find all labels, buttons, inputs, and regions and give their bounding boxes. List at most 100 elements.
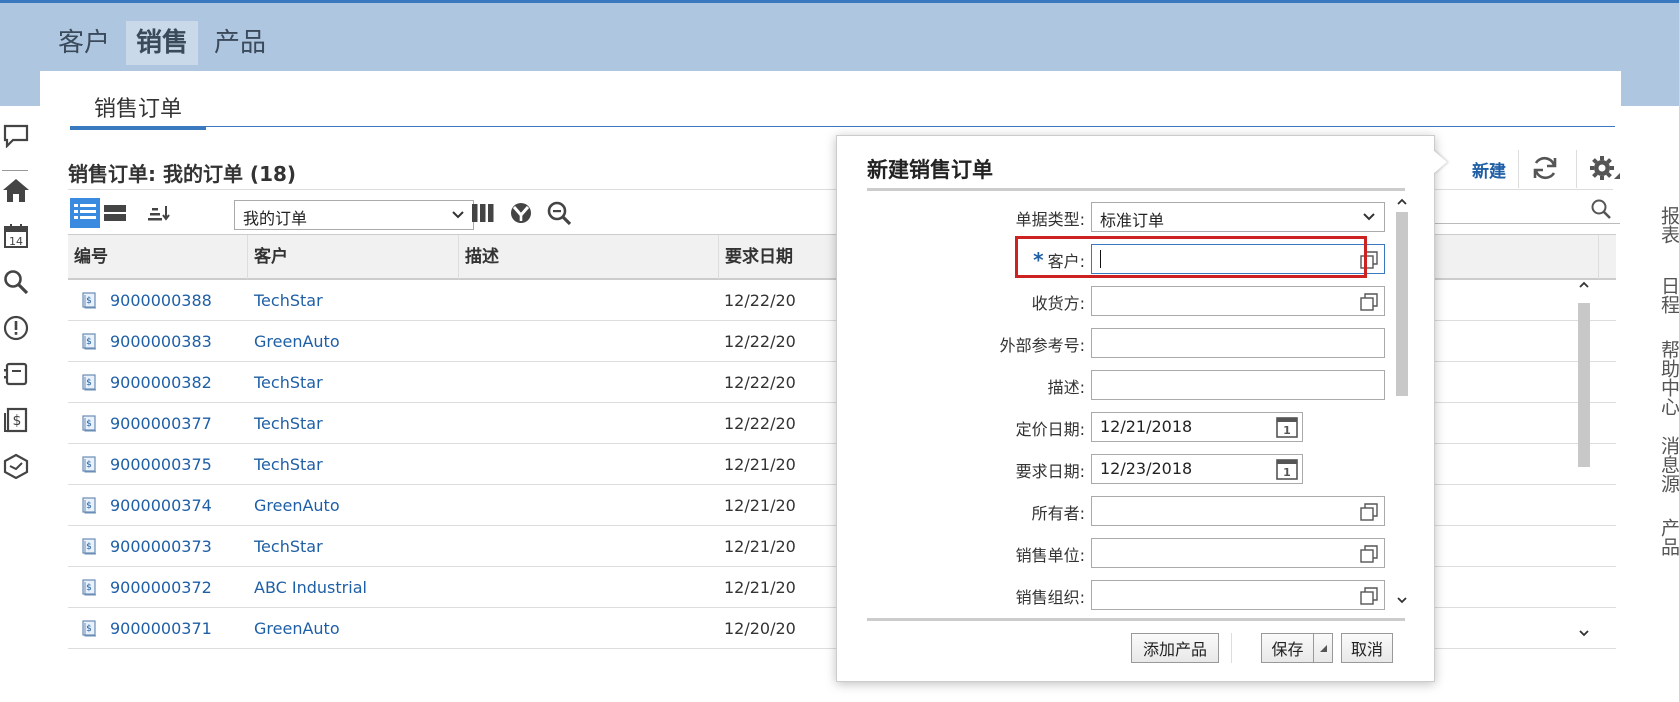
chat-icon[interactable]	[2, 122, 30, 150]
customer-link[interactable]: TechStar	[254, 526, 323, 567]
calendar-icon[interactable]: 14	[2, 222, 30, 250]
price-date-input[interactable]: 12/21/2018 1	[1091, 412, 1303, 442]
order-number-link[interactable]: 9000000372	[110, 567, 212, 608]
zoom-out-icon[interactable]	[544, 198, 574, 228]
sales-order-icon: $	[82, 497, 96, 514]
sales-order-icon: $	[82, 415, 96, 432]
subtab-sales-orders[interactable]: 销售订单	[70, 91, 207, 130]
owner-label: 所有者:	[1031, 504, 1085, 523]
customer-link[interactable]: GreenAuto	[254, 485, 340, 526]
save-button[interactable]: 保存	[1261, 633, 1313, 663]
sales-org-input[interactable]	[1091, 580, 1385, 610]
dialog-caret	[1433, 150, 1447, 174]
new-sales-order-dialog: 新建销售订单 单据类型: 标准订单 * 客户: 收货方: 外部参考号: 描述: …	[836, 135, 1447, 682]
add-product-button[interactable]: 添加产品	[1131, 633, 1219, 663]
req-date-cell: 12/21/20	[724, 496, 796, 515]
scroll-thumb[interactable]	[1396, 212, 1408, 396]
save-options-button[interactable]	[1313, 633, 1333, 663]
sales-order-icon: $	[82, 579, 96, 596]
customer-link[interactable]: TechStar	[254, 362, 323, 403]
field-doc-type: 单据类型: 标准订单	[867, 200, 1392, 232]
ext-ref-label: 外部参考号:	[999, 336, 1085, 355]
customer-link[interactable]: TechStar	[254, 444, 323, 485]
customer-link[interactable]: TechStar	[254, 280, 323, 321]
customer-link[interactable]: TechStar	[254, 403, 323, 444]
value-help-icon[interactable]	[1360, 293, 1378, 311]
right-rail-feed[interactable]: 消息源	[1656, 436, 1679, 493]
order-number-link[interactable]: 9000000371	[110, 608, 212, 649]
ext-ref-input[interactable]	[1091, 328, 1385, 358]
req-date-cell: 12/22/20	[724, 332, 796, 351]
customer-link[interactable]: ABC Industrial	[254, 567, 367, 608]
order-number-link[interactable]: 9000000375	[110, 444, 212, 485]
value-help-icon[interactable]	[1360, 503, 1378, 521]
new-button[interactable]: 新建	[1472, 157, 1506, 182]
field-ship-to: 收货方:	[867, 284, 1392, 316]
split-view-icon[interactable]	[100, 198, 130, 228]
header-separator	[1518, 150, 1519, 188]
col-header-spacer	[1598, 235, 1616, 279]
value-help-icon[interactable]	[1360, 587, 1378, 605]
dialog-scrollbar[interactable]	[1393, 194, 1411, 616]
cancel-button[interactable]: 取消	[1341, 633, 1393, 663]
columns-icon[interactable]	[468, 198, 498, 228]
calendar-icon[interactable]: 1	[1275, 457, 1299, 481]
right-rail-help[interactable]: 帮助中心	[1656, 340, 1679, 416]
filter-icon[interactable]	[506, 198, 536, 228]
order-number-link[interactable]: 9000000383	[110, 321, 212, 362]
description-input[interactable]	[1091, 370, 1385, 400]
calendar-day: 14	[9, 235, 23, 248]
svg-text:$: $	[13, 413, 22, 429]
inbox-icon[interactable]	[2, 360, 30, 388]
doc-type-select[interactable]: 标准订单	[1091, 202, 1385, 232]
dialog-divider	[867, 188, 1405, 191]
search-icon[interactable]	[1590, 198, 1612, 224]
right-rail-reports[interactable]: 报表	[1656, 206, 1679, 244]
cube-icon[interactable]	[2, 452, 30, 480]
dollar-doc-icon[interactable]: $	[2, 406, 30, 434]
order-number-link[interactable]: 9000000388	[110, 280, 212, 321]
req-date-input[interactable]: 12/23/2018 1	[1091, 454, 1303, 484]
scroll-up-icon	[1579, 281, 1589, 288]
view-select[interactable]: 我的订单	[234, 200, 474, 230]
table-scrollbar[interactable]	[1576, 277, 1592, 697]
top-tab-customers[interactable]: 客户	[48, 21, 120, 65]
calendar-icon[interactable]: 1	[1275, 415, 1299, 439]
refresh-icon[interactable]	[1530, 153, 1560, 183]
rail-divider	[2, 170, 28, 171]
dialog-footer-divider	[867, 618, 1405, 621]
col-header-customer[interactable]: 客户	[248, 235, 459, 279]
ship-to-input[interactable]	[1091, 286, 1385, 316]
order-number-link[interactable]: 9000000374	[110, 485, 212, 526]
sales-order-icon: $	[82, 292, 96, 309]
list-view-icon[interactable]	[70, 198, 100, 228]
chevron-down-icon	[1362, 207, 1376, 231]
home-icon[interactable]	[2, 176, 30, 204]
right-rail-calendar[interactable]: 日程	[1656, 276, 1679, 314]
gear-icon[interactable]	[1588, 153, 1622, 183]
search-icon[interactable]	[2, 268, 30, 296]
order-number-link[interactable]: 9000000377	[110, 403, 212, 444]
sort-icon[interactable]	[144, 198, 174, 228]
order-number-link[interactable]: 9000000373	[110, 526, 212, 567]
top-tab-products[interactable]: 产品	[204, 21, 276, 65]
req-date-cell: 12/21/20	[724, 455, 796, 474]
req-date-cell: 12/20/20	[724, 619, 796, 638]
list-search-input[interactable]	[1430, 194, 1620, 224]
col-header-number[interactable]: 编号	[68, 235, 248, 279]
dialog-title: 新建销售订单	[867, 158, 993, 182]
owner-input[interactable]	[1091, 496, 1385, 526]
customer-link[interactable]: GreenAuto	[254, 321, 340, 362]
sales-unit-input[interactable]	[1091, 538, 1385, 568]
col-header-description[interactable]: 描述	[459, 235, 719, 279]
alert-icon[interactable]	[2, 314, 30, 342]
right-rail-products[interactable]: 产品	[1656, 518, 1679, 556]
top-tab-sales[interactable]: 销售	[126, 21, 199, 65]
value-help-icon[interactable]	[1360, 545, 1378, 563]
left-icon-rail: 14 $	[0, 106, 32, 702]
customer-field-highlight	[1015, 236, 1367, 278]
field-sales-org: 销售组织:	[867, 578, 1392, 610]
scroll-thumb[interactable]	[1578, 303, 1590, 467]
customer-link[interactable]: GreenAuto	[254, 608, 340, 649]
order-number-link[interactable]: 9000000382	[110, 362, 212, 403]
